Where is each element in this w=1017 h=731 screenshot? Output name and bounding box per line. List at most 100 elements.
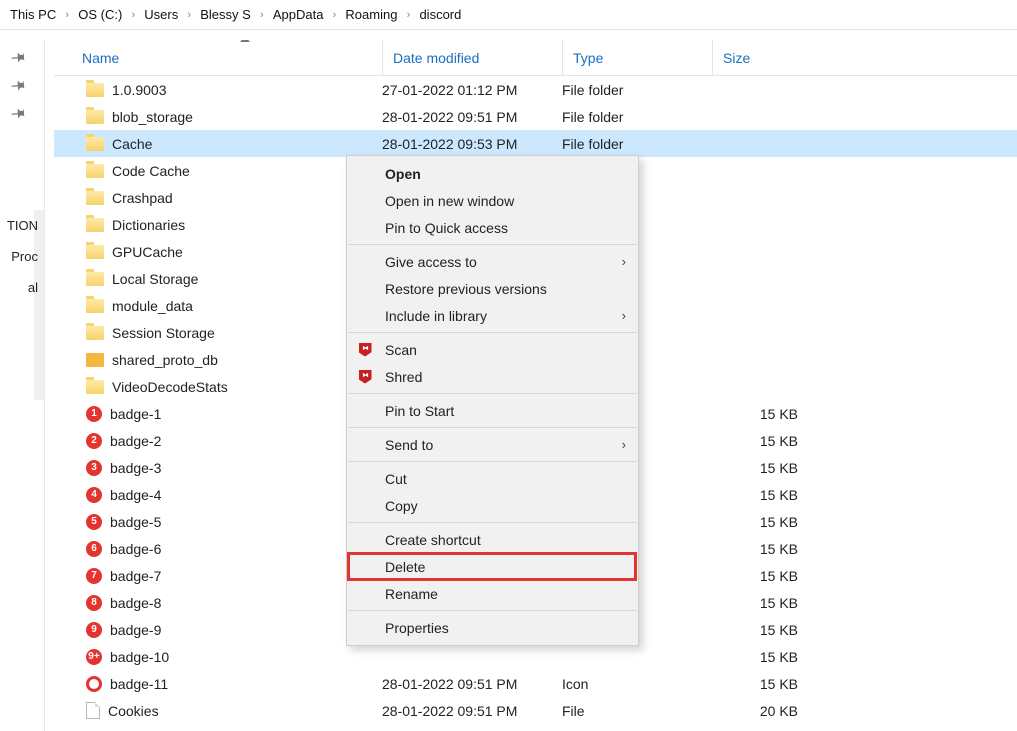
breadcrumb-segment[interactable]: Blessy S [194,3,257,26]
folder-icon [86,137,104,151]
file-name: module_data [112,298,193,314]
nav-label: al [0,272,40,303]
pane-divider[interactable] [44,40,45,731]
file-name: Dictionaries [112,217,185,233]
file-size: 15 KB [712,433,832,449]
file-type: Icon [562,676,712,692]
file-date: 28-01-2022 09:51 PM [382,676,562,692]
table-row[interactable]: badge-11 28-01-2022 09:51 PMIcon15 KB [54,670,1017,697]
menu-item-scan[interactable]: Scan [347,336,638,363]
folder-icon [86,353,104,367]
file-size: 15 KB [712,487,832,503]
table-row[interactable]: Cookies28-01-2022 09:51 PMFile20 KB [54,697,1017,724]
breadcrumb-segment[interactable]: OS (C:) [72,3,128,26]
column-headers: Name Date modified Type Size [54,40,1017,76]
sort-indicator-icon [240,40,250,42]
menu-item-give-access-to[interactable]: Give access to› [347,248,638,275]
file-date: 28-01-2022 09:51 PM [382,703,562,719]
file-size: 15 KB [712,514,832,530]
menu-item-send-to[interactable]: Send to› [347,431,638,458]
file-type: File folder [562,109,712,125]
menu-item-pin-to-quick-access[interactable]: Pin to Quick access [347,214,638,241]
file-name: badge-6 [110,541,161,557]
file-name: Crashpad [112,190,173,206]
file-date: 28-01-2022 09:51 PM [382,109,562,125]
folder-icon [86,191,104,205]
file-date: 28-01-2022 09:53 PM [382,136,562,152]
breadcrumb-segment[interactable]: Roaming [339,3,403,26]
quick-access-pins [12,50,32,134]
menu-item-rename[interactable]: Rename [347,580,638,607]
menu-item-label: Restore previous versions [385,281,547,297]
folder-icon [86,299,104,313]
nav-pane-fragment: TION Proc al [0,210,40,303]
folder-icon [86,272,104,286]
chevron-right-icon[interactable]: › [257,9,267,21]
menu-item-pin-to-start[interactable]: Pin to Start [347,397,638,424]
file-size: 20 KB [712,703,832,719]
menu-item-label: Pin to Start [385,403,454,419]
mcafee-shield-icon [359,370,372,384]
menu-item-label: Scan [385,342,417,358]
file-name: badge-5 [110,514,161,530]
menu-item-label: Properties [385,620,449,636]
table-row[interactable]: 1.0.900327-01-2022 01:12 PMFile folder [54,76,1017,103]
menu-item-include-in-library[interactable]: Include in library› [347,302,638,329]
badge-icon: 5 [86,514,102,530]
breadcrumb-segment[interactable]: This PC [4,3,62,26]
chevron-right-icon[interactable]: › [128,9,138,21]
file-name: badge-3 [110,460,161,476]
table-row[interactable]: Cache28-01-2022 09:53 PMFile folder [54,130,1017,157]
breadcrumb-segment[interactable]: AppData [267,3,330,26]
menu-item-copy[interactable]: Copy [347,492,638,519]
chevron-right-icon[interactable]: › [403,9,413,21]
breadcrumb[interactable]: This PC›OS (C:)›Users›Blessy S›AppData›R… [0,0,1017,30]
menu-item-delete[interactable]: Delete [347,553,638,580]
menu-item-label: Open [385,166,421,182]
menu-item-label: Copy [385,498,418,514]
file-name: Session Storage [112,325,215,341]
column-header-type[interactable]: Type [562,40,712,75]
badge-icon: 9+ [86,649,102,665]
menu-item-properties[interactable]: Properties [347,614,638,641]
menu-item-cut[interactable]: Cut [347,465,638,492]
pin-icon [9,75,29,95]
breadcrumb-segment[interactable]: Users [138,3,184,26]
menu-item-create-shortcut[interactable]: Create shortcut [347,526,638,553]
badge-icon: 7 [86,568,102,584]
context-menu[interactable]: Open Open in new windowPin to Quick acces… [346,155,639,646]
menu-item-shred[interactable]: Shred [347,363,638,390]
badge-icon: 6 [86,541,102,557]
folder-icon [86,83,104,97]
file-name: Local Storage [112,271,198,287]
file-name: GPUCache [112,244,183,260]
menu-item-open-in-new-window[interactable]: Open in new window [347,187,638,214]
file-date: 27-01-2022 01:12 PM [382,82,562,98]
badge-icon: 8 [86,595,102,611]
folder-icon [86,380,104,394]
file-size: 15 KB [712,460,832,476]
breadcrumb-segment[interactable]: discord [413,3,467,26]
table-row[interactable]: blob_storage28-01-2022 09:51 PMFile fold… [54,103,1017,130]
column-header-date[interactable]: Date modified [382,40,562,75]
file-size: 15 KB [712,649,832,665]
column-header-size[interactable]: Size [712,40,832,75]
file-size: 15 KB [712,406,832,422]
pin-icon [9,103,29,123]
file-icon [86,702,100,719]
file-name: badge-11 [110,676,168,692]
file-size: 15 KB [712,676,832,692]
chevron-right-icon[interactable]: › [329,9,339,21]
menu-item-label: Create shortcut [385,532,481,548]
chevron-right-icon[interactable]: › [62,9,72,21]
file-size: 15 KB [712,541,832,557]
file-name: badge-9 [110,622,161,638]
badge-icon: 9 [86,622,102,638]
menu-item-open[interactable]: Open [347,160,638,187]
menu-item-restore-previous-versions[interactable]: Restore previous versions [347,275,638,302]
column-header-name[interactable]: Name [54,50,382,66]
menu-separator [348,427,637,428]
chevron-right-icon[interactable]: › [184,9,194,21]
table-row[interactable]: 9+badge-1015 KB [54,643,1017,670]
menu-separator [348,522,637,523]
